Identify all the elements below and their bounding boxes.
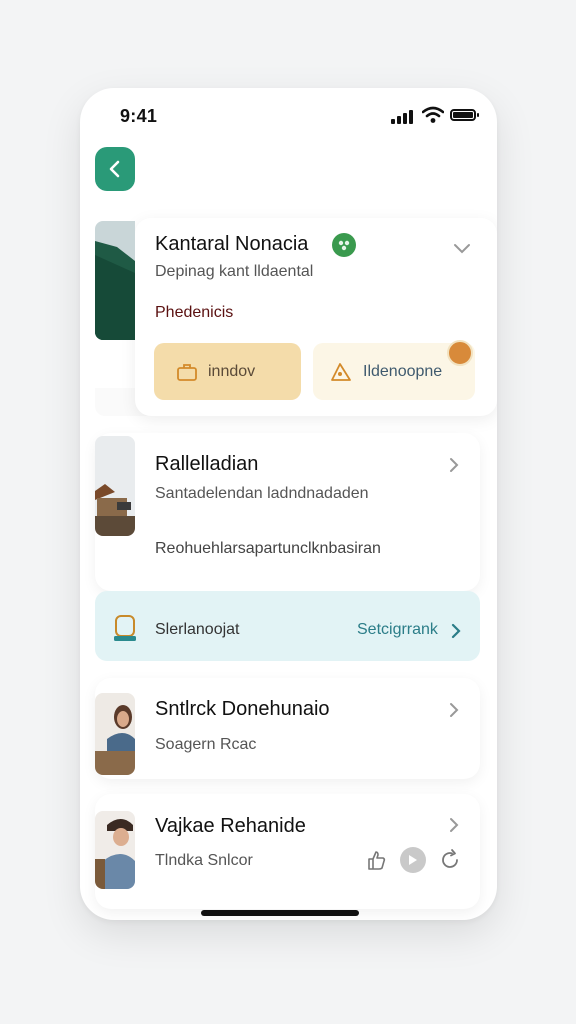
chevron-right-icon[interactable] xyxy=(448,456,460,474)
primary-action-button[interactable]: inndov xyxy=(154,343,301,400)
verified-badge-icon xyxy=(332,233,356,257)
chevron-left-icon xyxy=(109,160,120,178)
featured-thumbnail xyxy=(95,221,135,340)
primary-action-label: inndov xyxy=(208,362,256,380)
play-icon[interactable] xyxy=(400,847,426,873)
banner-action-link[interactable]: Setcigrrank xyxy=(357,621,438,639)
person-name: Vajkae Rehanide xyxy=(155,815,306,837)
avatar xyxy=(447,340,473,366)
person-meta: Soagern Rcac xyxy=(155,736,257,753)
chevron-right-icon[interactable] xyxy=(448,816,460,834)
battery-icon xyxy=(450,109,479,121)
listing-card[interactable] xyxy=(95,433,480,591)
listing-title: Rallelladian xyxy=(155,453,259,475)
secondary-action-label: Ildenoopne xyxy=(363,362,443,380)
chevron-right-icon[interactable] xyxy=(448,701,460,719)
chevron-down-icon[interactable] xyxy=(453,243,471,255)
wifi-icon xyxy=(422,106,444,123)
signal-icon xyxy=(391,110,413,124)
person-card[interactable] xyxy=(95,678,480,779)
person-photo xyxy=(95,693,135,775)
banner-label: Slerlanoojat xyxy=(155,621,240,638)
featured-tag: Phedenicis xyxy=(155,304,234,321)
briefcase-icon xyxy=(176,362,198,382)
person-meta: Tlndka Snlcor xyxy=(155,852,253,869)
person-photo xyxy=(95,811,135,889)
chair-icon xyxy=(113,614,137,649)
listing-thumbnail xyxy=(95,436,135,536)
back-button[interactable] xyxy=(95,147,135,191)
refresh-icon[interactable] xyxy=(437,847,463,873)
tag-icon xyxy=(329,361,353,383)
chevron-right-icon[interactable] xyxy=(450,622,462,640)
home-indicator[interactable] xyxy=(201,910,359,916)
thumbs-up-icon[interactable] xyxy=(363,847,389,873)
status-bar: 9:41 xyxy=(80,88,497,148)
featured-title: Kantaral Nonacia xyxy=(155,233,309,255)
listing-detail: Reohuehlarsapartunclknbasiran xyxy=(155,540,381,557)
status-time: 9:41 xyxy=(120,106,158,126)
listing-subtitle: Santadelendan ladndnadaden xyxy=(155,485,369,502)
person-name: Sntlrck Donehunaio xyxy=(155,698,330,720)
featured-subtitle: Depinag kant lldaental xyxy=(155,263,314,280)
phone-frame: 9:41 Kantaral Nonacia Depinag kant lldae… xyxy=(80,88,497,920)
